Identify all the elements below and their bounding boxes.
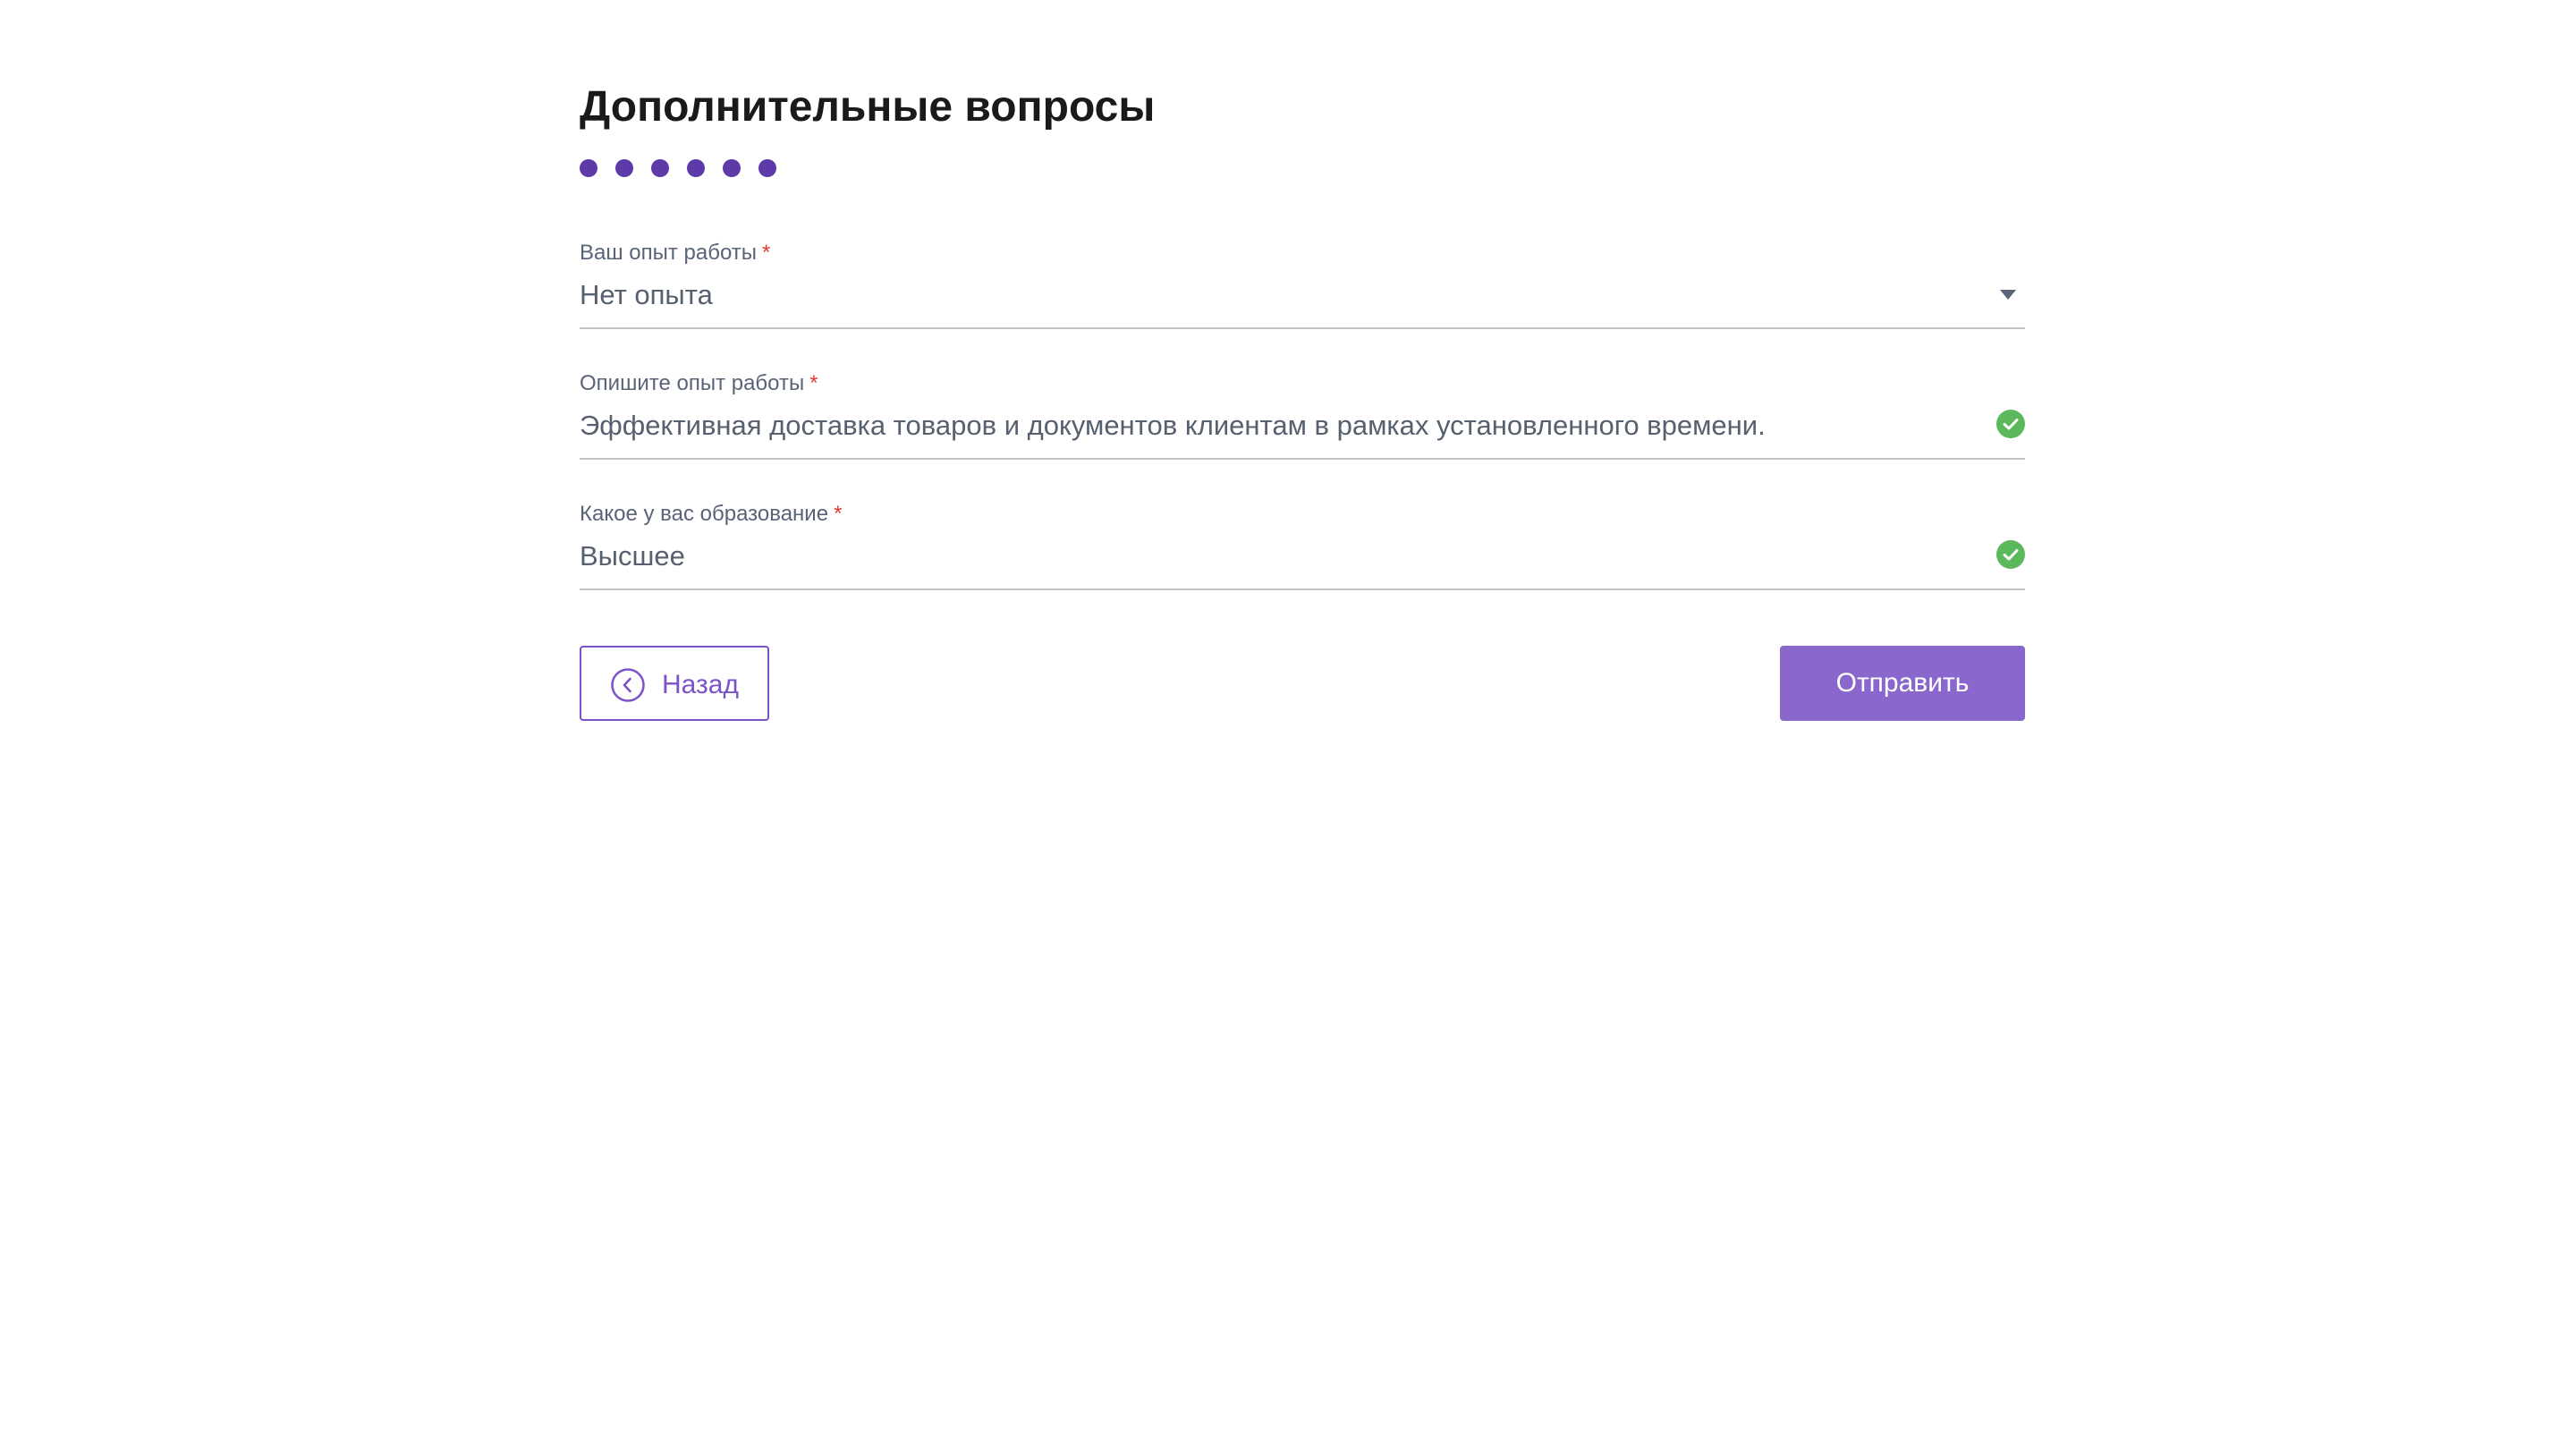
check-circle-icon bbox=[1996, 410, 2025, 438]
description-label: Опишите опыт работы * bbox=[580, 370, 818, 397]
experience-label: Ваш опыт работы * bbox=[580, 240, 770, 267]
back-button-label: Назад bbox=[662, 670, 739, 699]
chevron-left-circle-icon bbox=[610, 667, 646, 703]
experience-label-text: Ваш опыт работы bbox=[580, 241, 758, 265]
progress-dot bbox=[687, 159, 705, 177]
education-label: Какое у вас образование * bbox=[580, 501, 842, 528]
progress-dot bbox=[615, 159, 633, 177]
page-title: Дополнительные вопросы bbox=[580, 83, 1156, 131]
education-label-text: Какое у вас образование bbox=[580, 502, 829, 526]
submit-button-label: Отправить bbox=[1835, 668, 1970, 698]
chevron-down-icon[interactable] bbox=[2000, 290, 2016, 300]
experience-value: Нет опыта bbox=[580, 279, 713, 310]
progress-dot bbox=[758, 159, 776, 177]
description-label-text: Опишите опыт работы bbox=[580, 371, 805, 395]
progress-dot bbox=[651, 159, 669, 177]
experience-select[interactable]: Ваш опыт работы * Нет опыта bbox=[580, 240, 2025, 329]
required-star: * bbox=[762, 241, 771, 265]
education-value[interactable]: Высшее bbox=[580, 538, 685, 574]
description-value[interactable]: Эффективная доставка товаров и документо… bbox=[580, 408, 1766, 444]
education-field[interactable]: Какое у вас образование * Высшее bbox=[580, 501, 2025, 590]
required-star: * bbox=[834, 502, 843, 526]
back-button[interactable]: Назад bbox=[580, 646, 769, 721]
submit-button[interactable]: Отправить bbox=[1780, 646, 2025, 721]
required-star: * bbox=[809, 371, 818, 395]
check-circle-icon bbox=[1996, 540, 2025, 569]
progress-dot bbox=[723, 159, 741, 177]
experience-description-field[interactable]: Опишите опыт работы * Эффективная доставк… bbox=[580, 370, 2025, 460]
progress-dot bbox=[580, 159, 597, 177]
